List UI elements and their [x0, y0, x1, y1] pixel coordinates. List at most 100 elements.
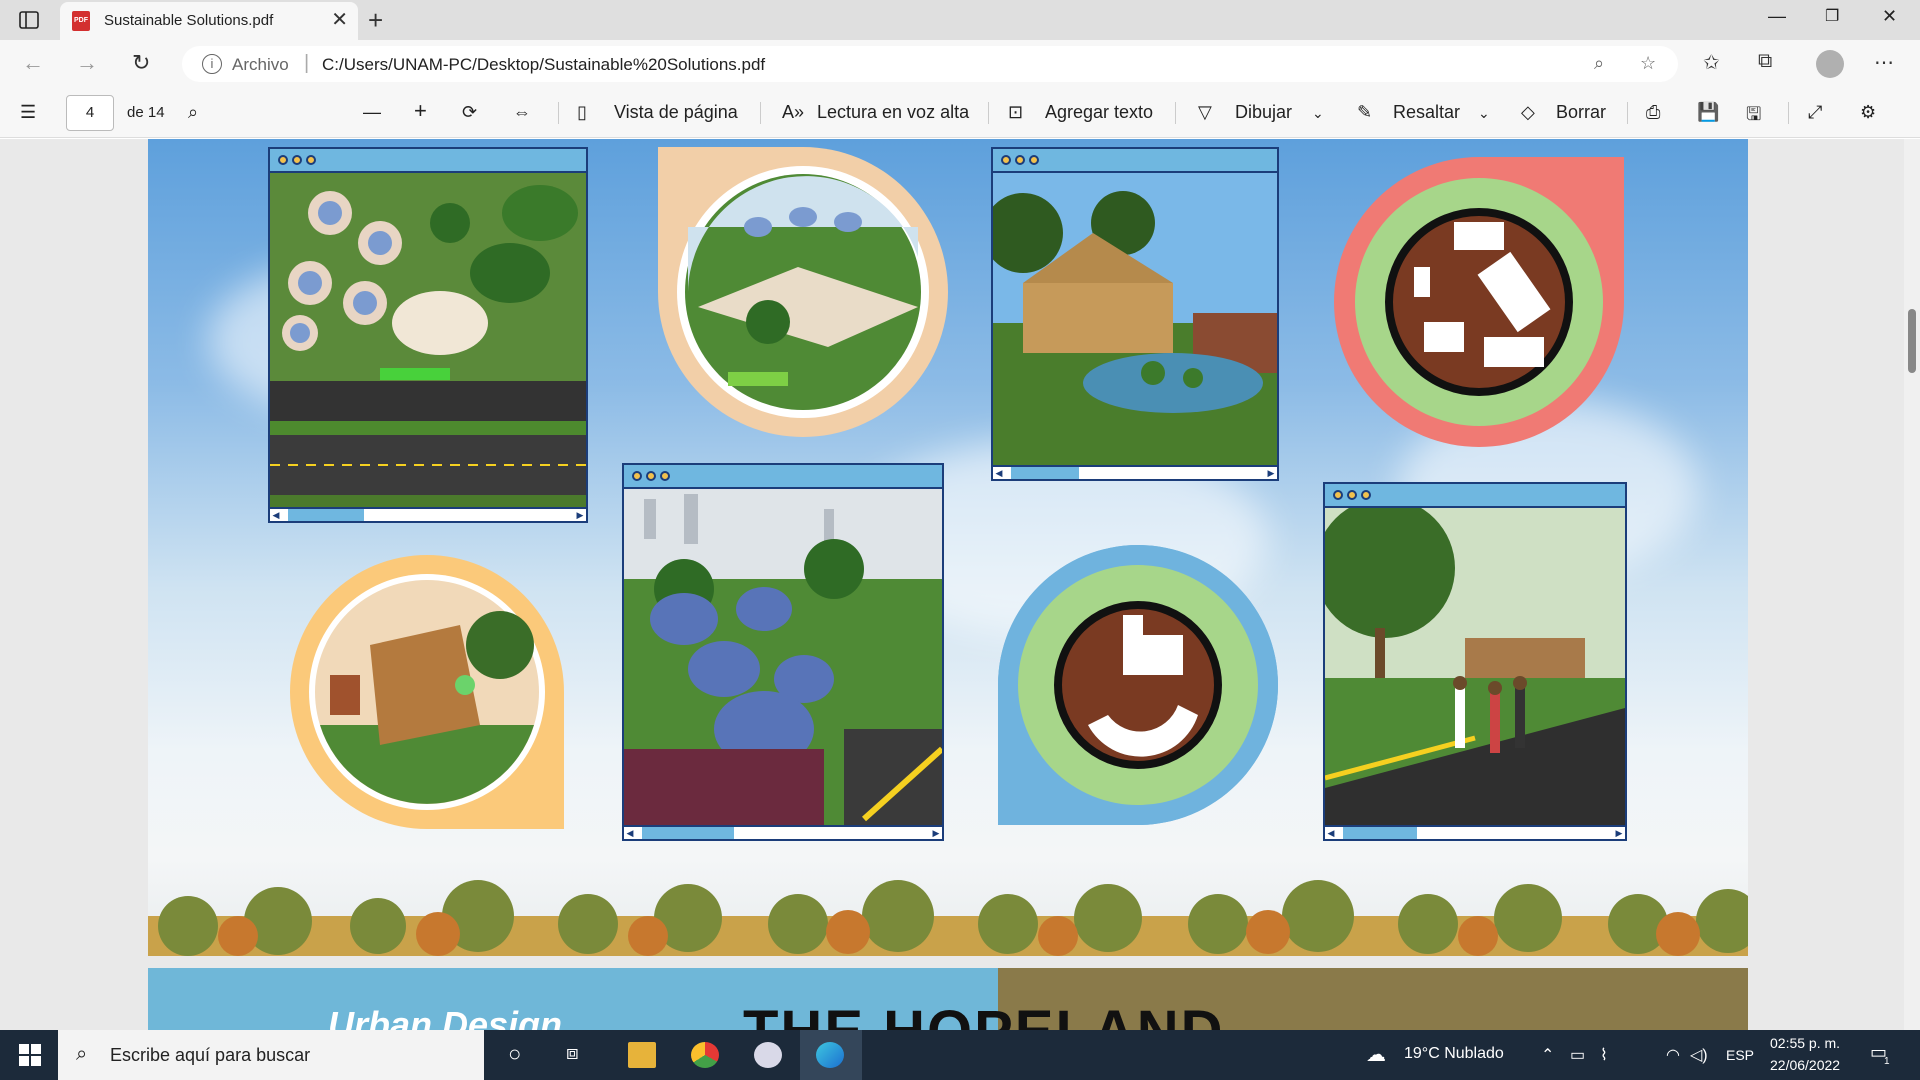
highlight-options-chevron-icon[interactable]: ⌄: [1478, 105, 1490, 122]
windows-start-icon[interactable]: [16, 1042, 44, 1068]
add-favorite-icon[interactable]: ☆: [1640, 53, 1656, 74]
viewer-scrollbar[interactable]: [1904, 139, 1920, 1030]
clock-date[interactable]: 22/06/2022: [1770, 1057, 1840, 1073]
search-icon[interactable]: ⌕: [188, 102, 198, 123]
render-bubble-cabin: [290, 555, 564, 829]
clock-time[interactable]: 02:55 p. m.: [1770, 1035, 1840, 1051]
page-view-button[interactable]: Vista de página: [614, 102, 738, 123]
add-text-icon[interactable]: ⊡: [1008, 102, 1023, 123]
favorites-icon[interactable]: ✩: [1703, 50, 1720, 75]
paint-app-icon[interactable]: [754, 1042, 782, 1068]
zoom-icon[interactable]: ⌕: [1594, 53, 1604, 74]
page-view-icon[interactable]: ▯: [577, 102, 587, 123]
device-icon[interactable]: ▭: [1570, 1045, 1585, 1065]
fit-page-icon[interactable]: ⇔: [513, 102, 531, 123]
window-scrollbar: ◀ ▶: [1325, 825, 1625, 839]
weather-text[interactable]: 19°C Nublado: [1404, 1045, 1504, 1063]
window-dot-icon: [632, 471, 642, 481]
forward-icon[interactable]: →: [76, 50, 98, 76]
refresh-icon[interactable]: ↻: [132, 50, 150, 76]
back-icon[interactable]: ←: [22, 50, 44, 76]
address-bar[interactable]: i Archivo | C:/Users/UNAM-PC/Desktop/Sus…: [182, 46, 1678, 82]
draw-icon[interactable]: ▽: [1198, 102, 1212, 123]
zoom-out-icon[interactable]: —: [363, 102, 381, 123]
volume-icon[interactable]: ◁): [1690, 1045, 1708, 1065]
show-hidden-icons-chevron-icon[interactable]: ⌃: [1541, 1045, 1554, 1065]
toolbar-divider: [558, 102, 559, 124]
rotate-icon[interactable]: ⟳: [462, 102, 477, 123]
taskbar-search[interactable]: ⌕ Escribe aquí para buscar: [58, 1030, 484, 1080]
info-icon[interactable]: i: [202, 54, 222, 74]
chrome-icon[interactable]: [691, 1042, 719, 1068]
print-icon[interactable]: ⎙: [1646, 102, 1660, 123]
window-dot-icon: [292, 155, 302, 165]
read-aloud-button[interactable]: Lectura en voz alta: [817, 102, 969, 123]
render-window-aerial-site: ◀ ▶: [268, 147, 588, 523]
floorplan-bubble-blue: [998, 545, 1278, 825]
erase-button[interactable]: Borrar: [1556, 102, 1606, 123]
fullscreen-icon[interactable]: ⤢: [1808, 102, 1822, 123]
minimize-icon[interactable]: —: [1768, 6, 1786, 27]
draw-options-chevron-icon[interactable]: ⌄: [1312, 105, 1324, 122]
language-indicator[interactable]: ESP: [1726, 1047, 1754, 1063]
taskbar-active-app[interactable]: [800, 1030, 862, 1080]
page-number-input[interactable]: 4: [66, 95, 114, 131]
window-dot-icon: [660, 471, 670, 481]
eraser-icon[interactable]: ◇: [1521, 102, 1535, 123]
tab-actions-icon[interactable]: [18, 9, 40, 31]
scroll-thumb: [1343, 827, 1417, 839]
address-url[interactable]: C:/Users/UNAM-PC/Desktop/Sustainable%20S…: [322, 55, 765, 75]
highlight-button[interactable]: Resaltar: [1393, 102, 1460, 123]
aerial-site-render: [270, 173, 586, 511]
browser-tab[interactable]: PDF Sustainable Solutions.pdf ✕: [60, 2, 358, 40]
profile-avatar[interactable]: [1816, 50, 1844, 78]
scroll-thumb: [642, 827, 734, 839]
toolbar-divider: [1627, 102, 1628, 124]
scroll-thumb: [1011, 467, 1079, 479]
scroll-right-icon: ▶: [932, 828, 940, 838]
window-close-icon[interactable]: ✕: [1882, 6, 1897, 27]
new-tab-icon[interactable]: +: [368, 5, 383, 35]
pdf-page-5: Urban Design THE HOPELAND: [148, 968, 1748, 1030]
search-placeholder: Escribe aquí para buscar: [110, 1045, 311, 1065]
restore-icon[interactable]: ❐: [1825, 6, 1839, 26]
scroll-right-icon: ▶: [1267, 468, 1275, 478]
weather-cloud-icon[interactable]: ☁: [1366, 1042, 1386, 1067]
bubble-frame: [1334, 157, 1624, 447]
network-icon[interactable]: ⌇: [1600, 1045, 1608, 1065]
highlight-icon[interactable]: ✎: [1357, 102, 1372, 123]
window-dot-icon: [1361, 490, 1371, 500]
window-titlebar: [1325, 484, 1625, 508]
scroll-left-icon: ◀: [272, 510, 280, 520]
settings-gear-icon[interactable]: ⚙: [1860, 102, 1876, 123]
cortana-icon[interactable]: ○: [508, 1041, 521, 1067]
close-tab-icon[interactable]: ✕: [331, 9, 348, 31]
address-row: ← → ↻ i Archivo | C:/Users/UNAM-PC/Deskt…: [0, 40, 1920, 88]
pdf-viewer[interactable]: ◀ ▶ ◀ ▶ ◀ ▶ ◀ ▶ Urban Design: [0, 139, 1920, 1030]
read-aloud-icon[interactable]: A»: [782, 102, 804, 123]
wifi-icon[interactable]: ◠: [1666, 1045, 1680, 1065]
zoom-in-icon[interactable]: +: [414, 98, 427, 124]
window-dot-icon: [1029, 155, 1039, 165]
save-as-icon[interactable]: 🖫: [1746, 102, 1761, 132]
more-options-icon[interactable]: ⋯: [1874, 50, 1894, 75]
toolbar-divider: [1788, 102, 1789, 124]
render-window-domes: ◀ ▶: [622, 463, 944, 841]
bike-path-render: [1325, 508, 1625, 829]
table-of-contents-icon[interactable]: ☰: [20, 102, 36, 123]
add-text-button[interactable]: Agregar texto: [1045, 102, 1153, 123]
save-icon[interactable]: 💾: [1697, 102, 1719, 123]
file-explorer-icon[interactable]: [628, 1042, 656, 1068]
viewer-scroll-thumb[interactable]: [1908, 309, 1916, 373]
address-separator: |: [304, 52, 310, 74]
task-view-icon[interactable]: ⧈: [566, 1042, 579, 1065]
greenhouse-render: [993, 173, 1277, 469]
render-window-bike-path: ◀ ▶: [1323, 482, 1627, 841]
floorplan-bubble-red: [1334, 157, 1624, 447]
window-titlebar: [270, 149, 586, 173]
collections-icon[interactable]: ⧉: [1758, 50, 1772, 73]
window-dot-icon: [278, 155, 288, 165]
draw-button[interactable]: Dibujar: [1235, 102, 1292, 123]
toolbar-divider: [760, 102, 761, 124]
tab-title: Sustainable Solutions.pdf: [104, 12, 274, 29]
